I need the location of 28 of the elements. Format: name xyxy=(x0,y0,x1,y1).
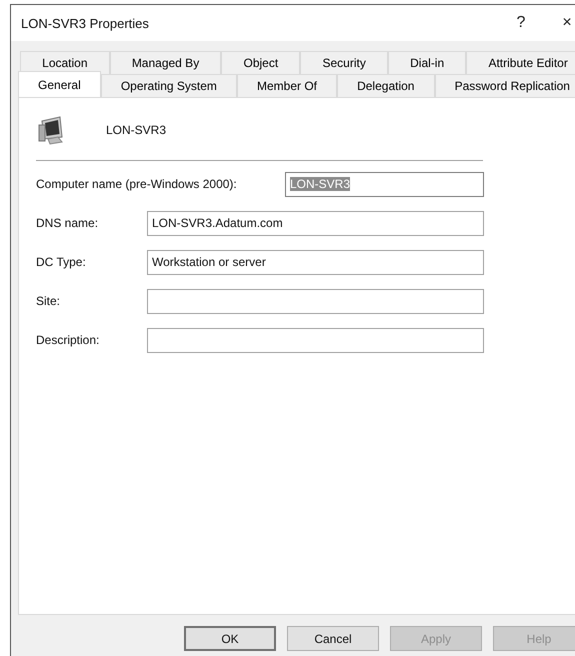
tab[interactable]: Attribute Editor xyxy=(466,51,575,74)
text-field[interactable]: LON-SVR3.Adatum.com xyxy=(147,210,484,236)
field-label: DC Type: xyxy=(36,255,87,269)
field-label: DNS name: xyxy=(36,216,100,230)
tab[interactable]: Delegation xyxy=(337,74,435,97)
field-label: Computer name (pre-Windows 2000): xyxy=(36,177,238,191)
tab[interactable]: Managed By xyxy=(110,51,222,74)
field-label: Description: xyxy=(36,333,100,347)
tab[interactable]: General xyxy=(18,71,101,97)
field-label: Site: xyxy=(36,294,62,308)
dialog-button[interactable]: OK xyxy=(184,626,276,651)
tab[interactable]: Password Replication xyxy=(434,74,575,97)
text-field[interactable]: Workstation or server xyxy=(147,250,484,274)
tab[interactable]: Object xyxy=(221,51,300,74)
field-value: Workstation or server xyxy=(152,255,266,269)
close-button[interactable]: × xyxy=(544,7,575,39)
text-field[interactable] xyxy=(147,328,484,352)
dialog-button[interactable]: Cancel xyxy=(287,626,379,651)
tab[interactable]: Member Of xyxy=(236,74,338,97)
help-button[interactable]: ? xyxy=(498,7,544,39)
tab[interactable]: Dial-in xyxy=(388,51,466,74)
tab[interactable]: Security xyxy=(300,51,388,74)
field-value: LON-SVR3.Adatum.com xyxy=(152,216,283,230)
field-value: LON-SVR3 xyxy=(290,177,350,191)
object-name: LON-SVR3 xyxy=(106,123,166,137)
tab[interactable]: Operating System xyxy=(100,74,237,97)
text-field[interactable] xyxy=(147,288,484,314)
window-title: LON-SVR3 Properties xyxy=(21,16,150,30)
